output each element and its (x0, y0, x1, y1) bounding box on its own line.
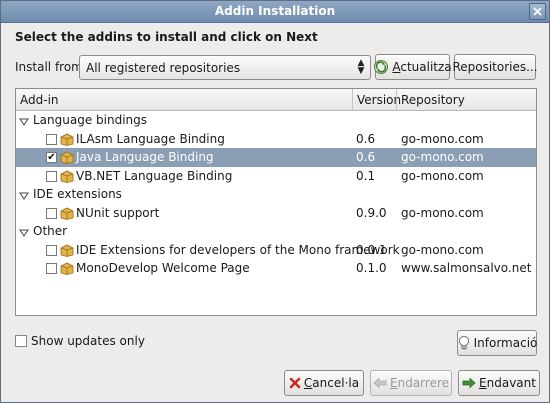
group-label: Language bindings (33, 113, 148, 127)
addin-checkbox[interactable] (46, 170, 57, 182)
column-header-repository[interactable]: Repository (396, 89, 536, 111)
instruction-text: Select the addins to install and click o… (15, 30, 318, 44)
refresh-button-label: Actualitza (392, 60, 451, 74)
column-header-version[interactable]: Version (352, 89, 401, 111)
addin-version: 0.9.0 (356, 205, 387, 220)
package-icon (60, 133, 74, 146)
addin-version: 0.6 (356, 131, 376, 146)
show-updates-label: Show updates only (31, 334, 145, 348)
arrow-right-icon (462, 377, 476, 389)
addin-tree[interactable]: Add-in Version Repository Language bindi… (15, 88, 537, 316)
lightbulb-icon (457, 335, 471, 351)
table-row[interactable]: ILAsm Language Binding 0.6 go-mono.com (16, 130, 536, 149)
addin-checkbox[interactable] (46, 133, 57, 145)
column-header-addin[interactable]: Add-in (16, 89, 352, 111)
addin-version: 0.6 (356, 150, 376, 164)
addin-version: 0.1 (356, 168, 376, 183)
arrow-left-icon (373, 377, 387, 389)
package-icon (60, 151, 74, 164)
title-bar: Addin Installation (1, 1, 549, 23)
back-label-post: ndarrere (397, 376, 449, 390)
addin-repository: go-mono.com (401, 168, 484, 183)
repositories-button[interactable]: Repositories... (452, 54, 538, 80)
table-row[interactable]: VB.NET Language Binding 0.1 go-mono.com (16, 167, 536, 186)
expander-triangle-icon[interactable] (19, 227, 29, 237)
addin-repository: www.salmonsalvo.net (401, 261, 532, 275)
addin-checkbox[interactable]: ✔ (46, 152, 57, 163)
addin-repository: go-mono.com (401, 131, 484, 146)
table-row[interactable]: NUnit support 0.9.0 go-mono.com (16, 204, 536, 223)
cancel-label-post: ancel·la (312, 376, 360, 390)
addin-repository: go-mono.com (401, 150, 484, 164)
cancel-button-label: Cancel·la (304, 376, 359, 390)
addin-name: VB.NET Language Binding (76, 168, 233, 183)
next-button[interactable]: Endavant (458, 370, 540, 396)
repository-combo[interactable]: All registered repositories ▲ ▼ (79, 55, 371, 80)
close-icon (533, 7, 542, 16)
cancel-button[interactable]: Cancel·la (284, 370, 364, 396)
addin-version: 0.0.1 (356, 242, 387, 257)
next-label-accel: E (479, 376, 487, 390)
group-label: Other (33, 224, 68, 238)
addin-repository: go-mono.com (401, 205, 484, 220)
addin-name: Java Language Binding (76, 150, 214, 164)
close-button[interactable] (529, 3, 546, 20)
addin-checkbox[interactable] (46, 244, 57, 256)
package-icon (60, 262, 74, 275)
table-header: Add-in Version Repository (16, 89, 536, 111)
refresh-label-post: ctualitza (400, 60, 452, 74)
info-button[interactable]: Informació (457, 330, 537, 356)
package-icon (60, 244, 74, 257)
window-title: Addin Installation (214, 4, 336, 18)
repository-combo-value: All registered repositories (86, 61, 241, 75)
back-button[interactable]: Endarrere (370, 370, 452, 396)
install-from-label: Install from: (15, 60, 87, 74)
addin-name: IDE Extensions for developers of the Mon… (76, 242, 400, 257)
addin-checkbox[interactable] (46, 207, 57, 219)
group-label: IDE extensions (33, 187, 122, 201)
addin-name: ILAsm Language Binding (76, 131, 225, 146)
addin-name: MonoDevelop Welcome Page (76, 261, 250, 275)
addin-checkbox[interactable] (46, 263, 57, 274)
table-row[interactable]: MonoDevelop Welcome Page 0.1.0 www.salmons… (16, 259, 536, 278)
combo-arrows-icon: ▲ ▼ (357, 58, 365, 76)
expander-triangle-icon[interactable] (19, 116, 29, 126)
back-button-label: Endarrere (390, 376, 449, 390)
expander-triangle-icon[interactable] (19, 190, 29, 200)
package-icon (60, 170, 74, 183)
next-label-post: ndavant (486, 376, 536, 390)
addin-name: NUnit support (76, 205, 160, 220)
back-label-accel: E (390, 376, 398, 390)
info-button-label: Informació (473, 336, 538, 350)
package-icon (60, 207, 74, 220)
table-row[interactable]: IDE Extensions for developers of the Mon… (16, 241, 536, 260)
next-button-label: Endavant (479, 376, 536, 390)
table-row[interactable]: ✔ Java Language Binding 0.6 go-mono.com (16, 148, 536, 167)
show-updates-check-box[interactable] (15, 335, 27, 347)
addin-installation-dialog: Addin Installation Select the addins to … (0, 0, 550, 403)
group-row[interactable]: Language bindings (16, 111, 536, 130)
group-row[interactable]: Other (16, 222, 536, 241)
cancel-icon (289, 377, 301, 389)
refresh-icon (373, 59, 389, 75)
group-row[interactable]: IDE extensions (16, 185, 536, 204)
refresh-button[interactable]: Actualitza (373, 54, 452, 80)
addin-repository: go-mono.com (401, 242, 484, 257)
addin-version: 0.1.0 (356, 261, 387, 275)
